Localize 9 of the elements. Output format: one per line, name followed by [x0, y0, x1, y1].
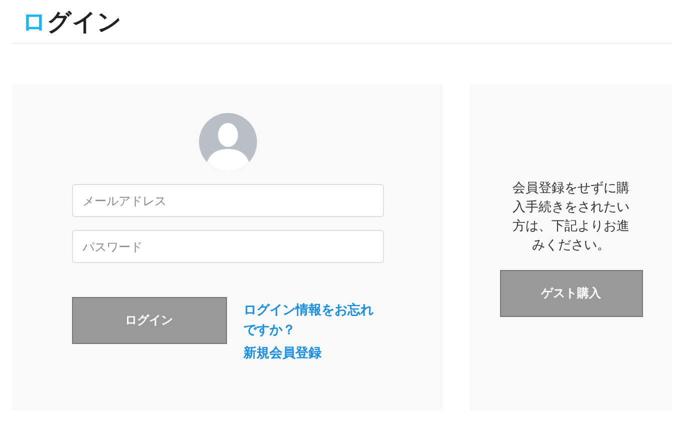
login-button[interactable]: ログイン: [72, 297, 226, 344]
page-title: ログイン: [12, 0, 672, 44]
guest-purchase-button[interactable]: ゲスト購入: [500, 270, 642, 317]
text-link[interactable]: 新規会員登録: [244, 344, 384, 364]
avatar-icon: [198, 113, 256, 171]
email-field[interactable]: メールアドレス: [72, 184, 384, 217]
text-link[interactable]: ログイン情報をお忘れですか？: [244, 301, 384, 341]
password-field[interactable]: パスワード: [72, 230, 384, 263]
guest-message: 会員登録をせずに購入手続きをされたい方は、下記よりお進みください。: [512, 180, 630, 255]
